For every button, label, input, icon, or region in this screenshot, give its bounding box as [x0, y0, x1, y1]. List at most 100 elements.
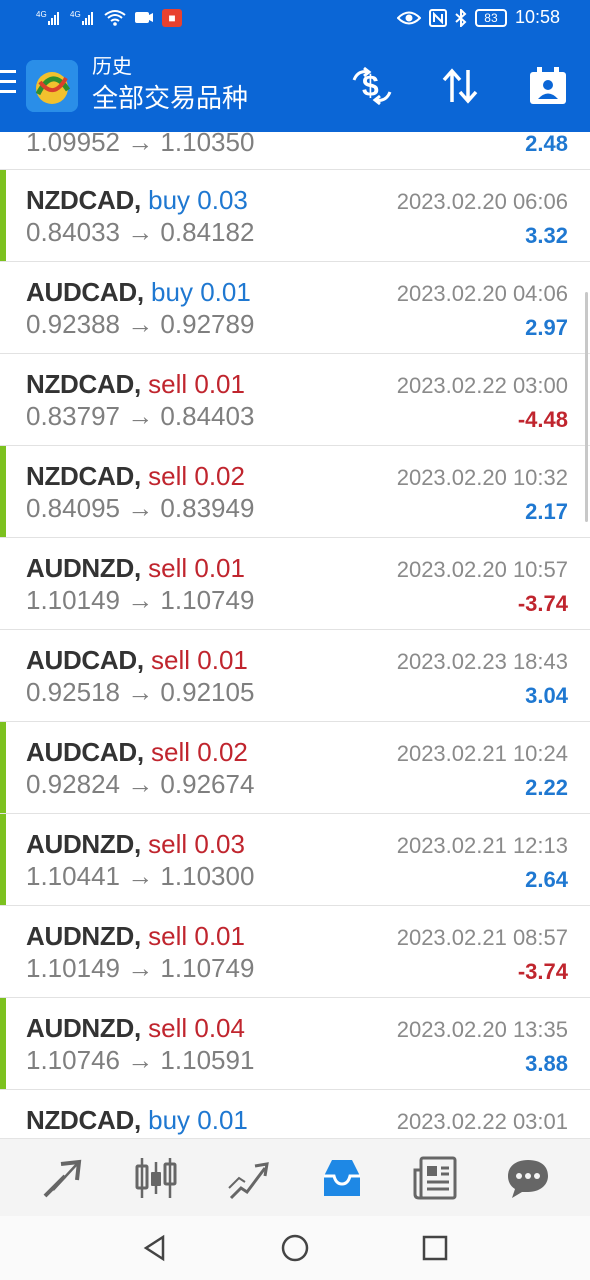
list-item[interactable]: NZDCAD, sell 0.01 0.83797 → 0.84403 2023.0…: [0, 354, 590, 446]
trade-header: NZDCAD, sell 0.02: [26, 460, 245, 492]
nav-back[interactable]: [135, 1228, 175, 1268]
home-icon: [281, 1234, 309, 1262]
trade-volume: 0.01: [194, 369, 245, 399]
trade-side: sell: [148, 369, 188, 399]
svg-text:4G: 4G: [70, 10, 81, 19]
trade-datetime: 2023.02.21 10:24: [396, 741, 568, 766]
trade-profit: -3.74: [517, 959, 568, 984]
trade-side: sell: [148, 553, 188, 583]
battery-indicator: 83: [474, 8, 507, 27]
trade-symbol: AUDNZD,: [26, 921, 141, 951]
trade-symbol: AUDCAD,: [26, 737, 144, 767]
quotes-icon: [43, 1159, 81, 1197]
position-accent-bar: [0, 814, 6, 905]
tab-quotes[interactable]: [33, 1148, 93, 1208]
trade-profit: 3.88: [525, 1051, 568, 1076]
trade-volume: 0.01: [200, 277, 251, 307]
trade-header: AUDNZD, sell 0.04: [26, 1012, 245, 1044]
history-icon: [323, 1159, 360, 1196]
trade-history-list[interactable]: 1.09952 → 1.10350 2.48 NZDCAD, buy 0.03 0…: [0, 132, 590, 1138]
list-item[interactable]: AUDNZD, sell 0.01 1.10149 → 1.10749 2023.0…: [0, 538, 590, 630]
trade-volume: 0.01: [197, 1105, 248, 1135]
trade-side: buy: [148, 1105, 191, 1135]
list-item[interactable]: AUDNZD, sell 0.04 1.10746 → 1.10591 2023.0…: [0, 998, 590, 1090]
list-item[interactable]: 1.09952 → 1.10350 2.48: [0, 132, 590, 170]
tab-trade[interactable]: [219, 1148, 279, 1208]
trade-datetime: 2023.02.21 08:57: [396, 925, 568, 950]
bluetooth-icon: [455, 8, 467, 27]
currency-swap-icon[interactable]: $: [348, 62, 396, 110]
nfc-icon: [428, 8, 447, 27]
trade-profit: 2.22: [525, 775, 568, 800]
scrollbar[interactable]: [585, 292, 588, 522]
list-item[interactable]: AUDNZD, sell 0.01 1.10149 → 1.10749 2023.0…: [0, 906, 590, 998]
list-item[interactable]: NZDCAD, buy 0.01 2023.02.22 03:01: [0, 1090, 590, 1138]
trade-symbol: NZDCAD,: [26, 185, 141, 215]
trade-volume: 0.03: [194, 829, 245, 859]
nav-home[interactable]: [275, 1228, 315, 1268]
sort-icon[interactable]: [436, 62, 484, 110]
trade-profit: -3.74: [517, 591, 568, 616]
position-accent-bar: [0, 446, 6, 537]
trade-side: sell: [151, 737, 191, 767]
trade-symbol: AUDNZD,: [26, 829, 141, 859]
trade-header: AUDNZD, sell 0.01: [26, 920, 245, 952]
eye-icon: [396, 11, 421, 24]
trade-side: sell: [148, 461, 188, 491]
trade-prices: 1.09952 → 1.10350: [26, 132, 255, 157]
trade-symbol: AUDNZD,: [26, 553, 141, 583]
tab-history[interactable]: [312, 1148, 372, 1208]
trade-symbol: NZDCAD,: [26, 1105, 141, 1135]
trade-header: NZDCAD, buy 0.03: [26, 184, 248, 216]
trade-volume: 0.02: [197, 737, 248, 767]
signal-4g-icon: 4G: [70, 10, 93, 25]
cast-icon: [135, 12, 153, 23]
trade-datetime: 2023.02.22 03:00: [396, 373, 568, 398]
trade-header: AUDNZD, sell 0.03: [26, 828, 245, 860]
trade-profit: 2.97: [525, 315, 568, 340]
page-title-symbols[interactable]: 全部交易品种: [92, 80, 248, 116]
trade-symbol: AUDNZD,: [26, 1013, 141, 1043]
wifi-icon: [104, 10, 126, 26]
menu-icon[interactable]: [0, 70, 18, 98]
calendar-icon[interactable]: [524, 62, 572, 110]
position-accent-bar: [0, 722, 6, 813]
svg-text:4G: 4G: [36, 10, 47, 19]
trade-prices: 0.83797 → 0.84403: [26, 401, 255, 431]
list-item[interactable]: AUDNZD, sell 0.03 1.10441 → 1.10300 2023.0…: [0, 814, 590, 906]
app-title: 历史 全部交易品种: [92, 54, 248, 116]
list-item[interactable]: AUDCAD, sell 0.01 0.92518 → 0.92105 2023.0…: [0, 630, 590, 722]
position-accent-bar: [0, 170, 6, 261]
list-item[interactable]: AUDCAD, sell 0.02 0.92824 → 0.92674 2023.0…: [0, 722, 590, 814]
status-left-icons: 4G 4G ■: [36, 9, 182, 27]
trade-datetime: 2023.02.20 13:35: [396, 1017, 568, 1042]
trade-symbol: AUDCAD,: [26, 277, 144, 307]
trade-profit: 3.32: [525, 223, 568, 248]
list-item[interactable]: NZDCAD, buy 0.03 0.84033 → 0.84182 2023.02…: [0, 170, 590, 262]
trade-datetime: 2023.02.20 10:32: [396, 465, 568, 490]
tab-chat[interactable]: [498, 1148, 558, 1208]
trade-volume: 0.01: [194, 553, 245, 583]
chat-icon: [507, 1159, 548, 1198]
trade-side: sell: [148, 1013, 188, 1043]
trade-side: buy: [151, 277, 193, 307]
nav-recents[interactable]: [415, 1228, 455, 1268]
list-item[interactable]: NZDCAD, sell 0.02 0.84095 → 0.83949 2023.0…: [0, 446, 590, 538]
list-item[interactable]: AUDCAD, buy 0.01 0.92388 → 0.92789 2023.02…: [0, 262, 590, 354]
notification-app-icon: ■: [162, 9, 182, 27]
app-bar: 历史 全部交易品种 $: [0, 48, 590, 132]
metatrader-logo[interactable]: [26, 60, 78, 112]
trade-side: sell: [151, 645, 191, 675]
trade-profit: 2.17: [525, 499, 568, 524]
tab-chart[interactable]: [126, 1148, 186, 1208]
trade-header: NZDCAD, sell 0.01: [26, 368, 245, 400]
tab-news[interactable]: [405, 1148, 465, 1208]
trade-prices: 0.92388 → 0.92789: [26, 309, 255, 339]
trade-side: sell: [148, 829, 188, 859]
status-right-icons: 83 10:58: [396, 7, 560, 28]
trade-datetime: 2023.02.20 06:06: [396, 189, 568, 214]
system-nav-bar: [0, 1216, 590, 1280]
trade-volume: 0.02: [194, 461, 245, 491]
status-bar: 4G 4G ■ 83 10:58: [0, 0, 590, 38]
trade-header: AUDNZD, sell 0.01: [26, 552, 245, 584]
